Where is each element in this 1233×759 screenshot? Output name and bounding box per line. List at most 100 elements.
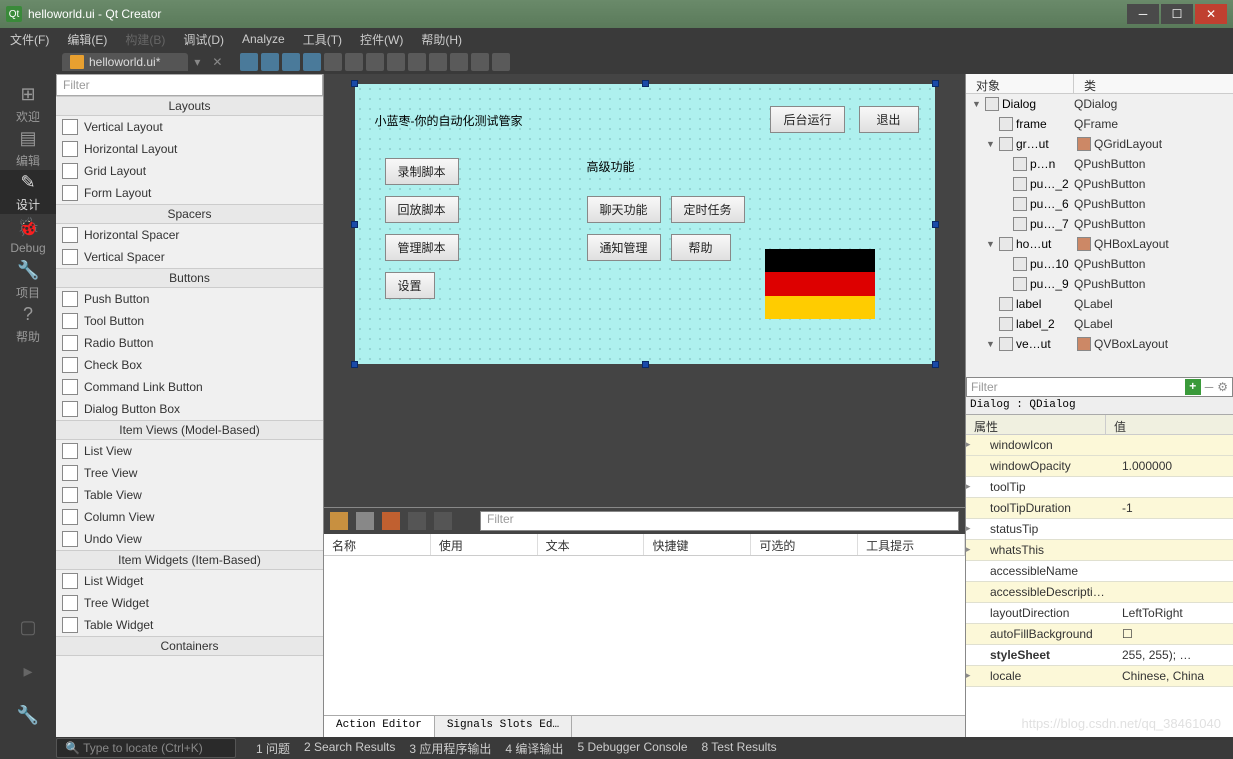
playback-script-button[interactable]: 回放脚本: [385, 196, 459, 223]
action-col[interactable]: 快捷键: [644, 534, 751, 555]
widget-item[interactable]: Check Box: [56, 354, 323, 376]
prop-col-value[interactable]: 值: [1106, 415, 1134, 434]
menu-item[interactable]: 工具(T): [303, 31, 342, 48]
object-tree-row[interactable]: pu…_7QPushButton: [966, 214, 1233, 234]
property-row[interactable]: windowOpacity1.000000: [966, 456, 1233, 477]
widget-item[interactable]: Radio Button: [56, 332, 323, 354]
objtree-col-object[interactable]: 对象: [966, 74, 1074, 93]
mode-编辑[interactable]: ▤编辑: [0, 126, 56, 170]
menu-item[interactable]: 调试(D): [183, 31, 224, 48]
widget-item[interactable]: Horizontal Layout: [56, 138, 323, 160]
toolbar-icon[interactable]: [324, 53, 342, 71]
copy-action-icon[interactable]: [356, 512, 374, 530]
toolbar-icon[interactable]: [303, 53, 321, 71]
menu-item[interactable]: 控件(W): [360, 31, 403, 48]
property-row[interactable]: accessibleDescripti…: [966, 582, 1233, 603]
toolbar-icon[interactable]: [429, 53, 447, 71]
output-pane-tab[interactable]: 3 应用程序输出: [409, 740, 491, 757]
widget-item[interactable]: Push Button: [56, 288, 323, 310]
menu-item[interactable]: 帮助(H): [421, 31, 462, 48]
prop-col-name[interactable]: 属性: [966, 415, 1106, 434]
widget-item[interactable]: List Widget: [56, 570, 323, 592]
manage-script-button[interactable]: 管理脚本: [385, 234, 459, 261]
menu-item[interactable]: 编辑(E): [67, 31, 107, 48]
toolbar-icon[interactable]: [471, 53, 489, 71]
widget-section-header[interactable]: Item Widgets (Item-Based): [56, 550, 323, 570]
action-col[interactable]: 名称: [324, 534, 431, 555]
action-col[interactable]: 工具提示: [858, 534, 965, 555]
toolbar-icon[interactable]: [387, 53, 405, 71]
build-icon[interactable]: ▸: [0, 649, 56, 693]
mode-项目[interactable]: 🔧项目: [0, 258, 56, 302]
property-row[interactable]: ▸whatsThis: [966, 540, 1233, 561]
widget-item[interactable]: Grid Layout: [56, 160, 323, 182]
widget-item[interactable]: Table Widget: [56, 614, 323, 636]
mode-帮助[interactable]: ?帮助: [0, 302, 56, 346]
widget-section-header[interactable]: Containers: [56, 636, 323, 656]
object-tree-row[interactable]: labelQLabel: [966, 294, 1233, 314]
toolbar-icon[interactable]: [282, 53, 300, 71]
action-col[interactable]: 可选的: [751, 534, 858, 555]
object-tree-row[interactable]: p…nQPushButton: [966, 154, 1233, 174]
menu-item[interactable]: 文件(F): [10, 31, 49, 48]
toolbar-icon[interactable]: [345, 53, 363, 71]
widget-item[interactable]: Horizontal Spacer: [56, 224, 323, 246]
editor-tab[interactable]: helloworld.ui*: [62, 53, 188, 71]
notification-button[interactable]: 通知管理: [587, 234, 661, 261]
widget-section-header[interactable]: Layouts: [56, 96, 323, 116]
toolbar-icon[interactable]: [240, 53, 258, 71]
exit-button[interactable]: 退出: [859, 106, 919, 133]
object-tree-row[interactable]: pu…_2QPushButton: [966, 174, 1233, 194]
widget-item[interactable]: List View: [56, 440, 323, 462]
toolbar-icon[interactable]: [450, 53, 468, 71]
minimize-button[interactable]: ─: [1127, 4, 1159, 24]
dropdown-icon[interactable]: ▾: [194, 55, 200, 69]
close-button[interactable]: ✕: [1195, 4, 1227, 24]
property-row[interactable]: ▸localeChinese, China: [966, 666, 1233, 687]
property-row[interactable]: ▸windowIcon: [966, 435, 1233, 456]
widget-item[interactable]: Undo View: [56, 528, 323, 550]
object-tree-row[interactable]: pu…_6QPushButton: [966, 194, 1233, 214]
property-filter-input[interactable]: Filter + ─ ⚙: [966, 377, 1233, 397]
output-pane-tab[interactable]: 2 Search Results: [304, 740, 395, 757]
maximize-button[interactable]: ☐: [1161, 4, 1193, 24]
action-filter-input[interactable]: Filter: [480, 511, 959, 531]
widget-section-header[interactable]: Buttons: [56, 268, 323, 288]
property-row[interactable]: ▸toolTip: [966, 477, 1233, 498]
bottom-tab[interactable]: Action Editor: [324, 716, 435, 737]
record-script-button[interactable]: 录制脚本: [385, 158, 459, 185]
property-row[interactable]: accessibleName: [966, 561, 1233, 582]
property-row[interactable]: toolTipDuration-1: [966, 498, 1233, 519]
timed-task-button[interactable]: 定时任务: [671, 196, 745, 223]
object-tree-row[interactable]: pu…10QPushButton: [966, 254, 1233, 274]
output-pane-tab[interactable]: 4 编译输出: [505, 740, 563, 757]
property-row[interactable]: ▸statusTip: [966, 519, 1233, 540]
menu-item[interactable]: Analyze: [242, 32, 285, 46]
new-action-icon[interactable]: [330, 512, 348, 530]
mode-Debug[interactable]: 🐞Debug: [0, 214, 56, 258]
output-pane-tab[interactable]: 8 Test Results: [702, 740, 777, 757]
action-col[interactable]: 文本: [538, 534, 645, 555]
chat-button[interactable]: 聊天功能: [587, 196, 661, 223]
object-tree-row[interactable]: ▼gr…utQGridLayout: [966, 134, 1233, 154]
output-pane-tab[interactable]: 1 问题: [256, 740, 290, 757]
widget-item[interactable]: Table View: [56, 484, 323, 506]
object-tree-row[interactable]: label_2QLabel: [966, 314, 1233, 334]
toolbar-icon[interactable]: [408, 53, 426, 71]
tab-close-icon[interactable]: ✕: [212, 55, 222, 69]
property-row[interactable]: layoutDirectionLeftToRight: [966, 603, 1233, 624]
object-tree-row[interactable]: ▼DialogQDialog: [966, 94, 1233, 114]
object-tree-row[interactable]: ▼ho…utQHBoxLayout: [966, 234, 1233, 254]
paste-action-icon[interactable]: [382, 512, 400, 530]
settings-button[interactable]: 设置: [385, 272, 435, 299]
object-tree-row[interactable]: pu…_9QPushButton: [966, 274, 1233, 294]
locator-input[interactable]: 🔍 Type to locate (Ctrl+K): [56, 738, 236, 758]
object-tree-row[interactable]: ▼ve…utQVBoxLayout: [966, 334, 1233, 354]
delete-action-icon[interactable]: [408, 512, 426, 530]
widget-item[interactable]: Tree View: [56, 462, 323, 484]
widget-section-header[interactable]: Item Views (Model-Based): [56, 420, 323, 440]
widget-item[interactable]: Tool Button: [56, 310, 323, 332]
toolbar-icon[interactable]: [366, 53, 384, 71]
background-run-button[interactable]: 后台运行: [770, 106, 844, 133]
objtree-col-class[interactable]: 类: [1074, 74, 1106, 93]
